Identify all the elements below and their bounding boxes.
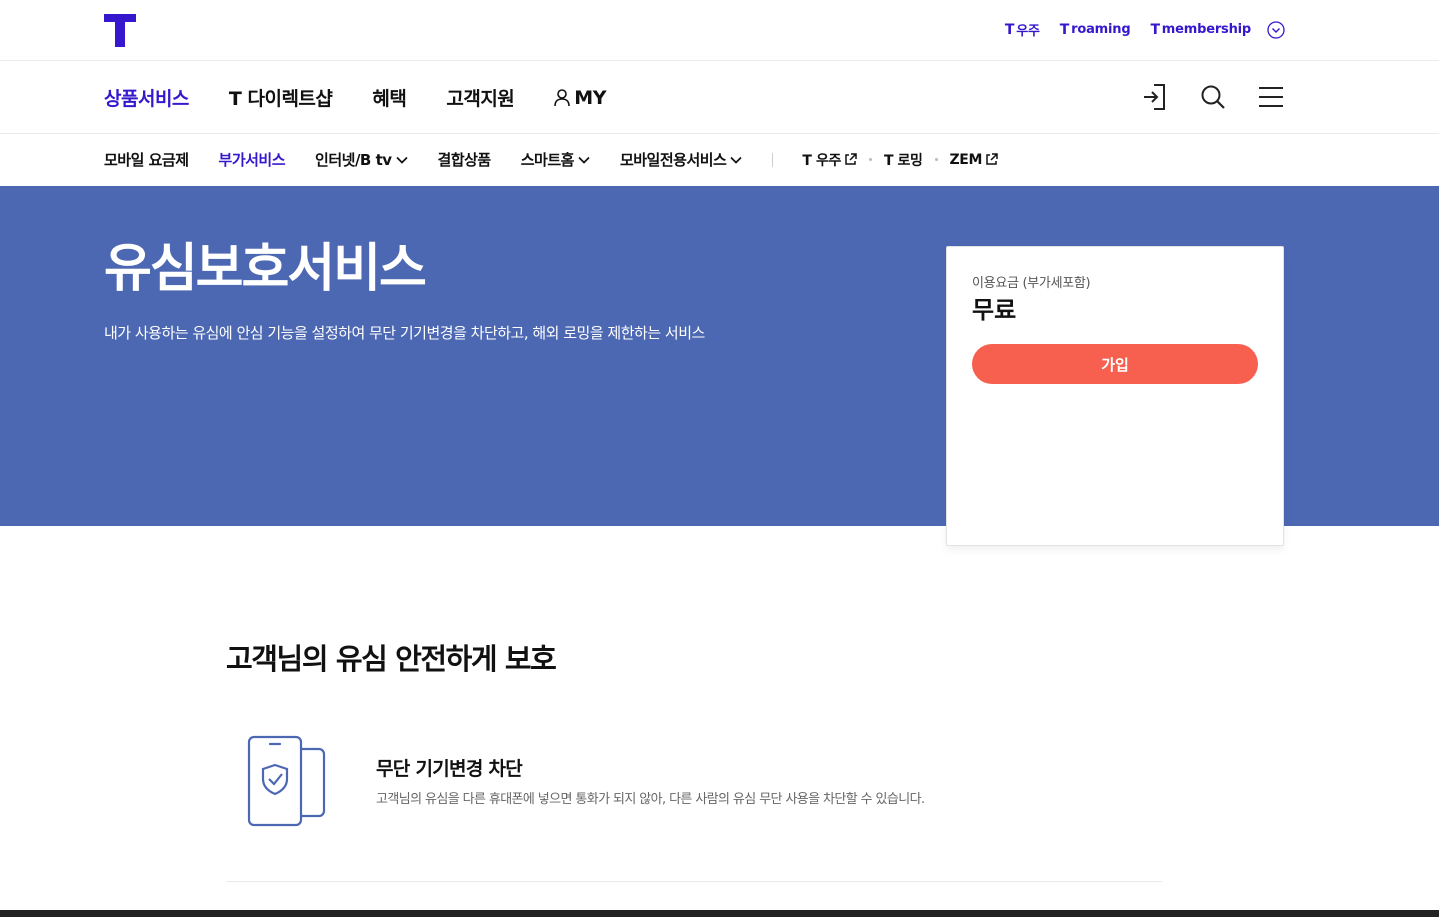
sub-nav-smart-home-label: 스마트홈 [520, 151, 575, 169]
top-link-t-roaming[interactable]: Troaming [1060, 22, 1131, 38]
sub-nav-internet-btv-label: 인터넷/B tv [315, 151, 392, 169]
main-nav-products[interactable]: 상품서비스 [104, 84, 189, 111]
main-nav: 상품서비스 T 다이렉트샵 혜택 고객지원 MY [0, 61, 1439, 134]
chevron-down-icon [578, 156, 590, 164]
sub-nav-smart-home[interactable]: 스마트홈 [521, 149, 590, 170]
sub-nav-ext-t-universe-label: T 우주 [802, 152, 841, 169]
price-label: 이용요금 (부가세포함) [972, 276, 1091, 291]
sub-nav-mobile-only-label: 모바일전용서비스 [619, 151, 727, 169]
section-title: 고객님의 유심 안전하게 보호 [226, 642, 557, 676]
page-title: 유심보호서비스 [104, 239, 427, 299]
bottom-bar [0, 910, 1439, 917]
chevron-down-icon [730, 156, 742, 164]
menu-button[interactable] [1257, 83, 1285, 111]
price-value: 무료 [972, 296, 1017, 324]
hero-description: 내가 사용하는 유심에 안심 기능을 설정하여 무단 기기변경을 차단하고, 해… [104, 324, 705, 342]
feature-description: 고객님의 유심을 다른 휴대폰에 넣으면 통화가 되지 않아, 다른 사람의 유… [376, 792, 925, 807]
phone-shield-icon [247, 735, 326, 827]
main-nav-my[interactable]: MY [554, 87, 606, 109]
sub-nav-mobile-plan[interactable]: 모바일 요금제 [104, 149, 189, 170]
sub-nav-internet-btv[interactable]: 인터넷/B tv [315, 149, 408, 170]
sub-nav-bundle[interactable]: 결합상품 [438, 149, 492, 170]
sub-nav-ext-t-universe[interactable]: T 우주 [802, 150, 857, 170]
sub-nav-addon-service[interactable]: 부가서비스 [219, 149, 286, 170]
main-nav-my-label: MY [574, 86, 606, 109]
feature-title: 무단 기기변경 차단 [376, 758, 523, 780]
external-link-icon [986, 153, 998, 165]
menu-icon [1259, 87, 1283, 107]
search-icon [1201, 85, 1225, 109]
main-nav-direct-shop[interactable]: T 다이렉트샵 [229, 84, 333, 111]
person-icon [554, 88, 571, 106]
t-logo-icon[interactable] [104, 14, 136, 47]
sub-nav-mobile-only[interactable]: 모바일전용서비스 [620, 149, 742, 170]
main-nav-support[interactable]: 고객지원 [446, 84, 514, 111]
divider [226, 881, 1162, 882]
chevron-down-circle-icon[interactable] [1267, 20, 1285, 39]
price-card: 이용요금 (부가세포함) 무료 가입 [946, 246, 1284, 546]
sub-nav-ext-t-roaming[interactable]: T 로밍 [884, 150, 923, 170]
top-link-t-membership[interactable]: Tmembership [1150, 22, 1251, 38]
search-button[interactable] [1199, 83, 1227, 111]
separator-dot [868, 158, 872, 161]
login-icon [1144, 84, 1165, 110]
top-link-t-universe[interactable]: T 우주 [1005, 20, 1040, 40]
sub-nav: 모바일 요금제 부가서비스 인터넷/B tv 결합상품 스마트홈 모바일전용서비… [0, 134, 1439, 186]
main-nav-benefits[interactable]: 혜택 [372, 84, 406, 111]
top-bar: T 우주 Troaming Tmembership [0, 0, 1439, 61]
sub-nav-ext-zem-label: ZEM [949, 151, 983, 168]
sub-nav-divider [772, 152, 774, 167]
separator-dot [934, 158, 938, 161]
top-links: T 우주 Troaming Tmembership [1005, 20, 1285, 39]
join-button[interactable]: 가입 [972, 344, 1258, 384]
external-link-icon [845, 153, 857, 165]
chevron-down-icon [395, 156, 408, 164]
login-button[interactable] [1141, 83, 1169, 111]
sub-nav-ext-zem[interactable]: ZEM [950, 152, 998, 168]
